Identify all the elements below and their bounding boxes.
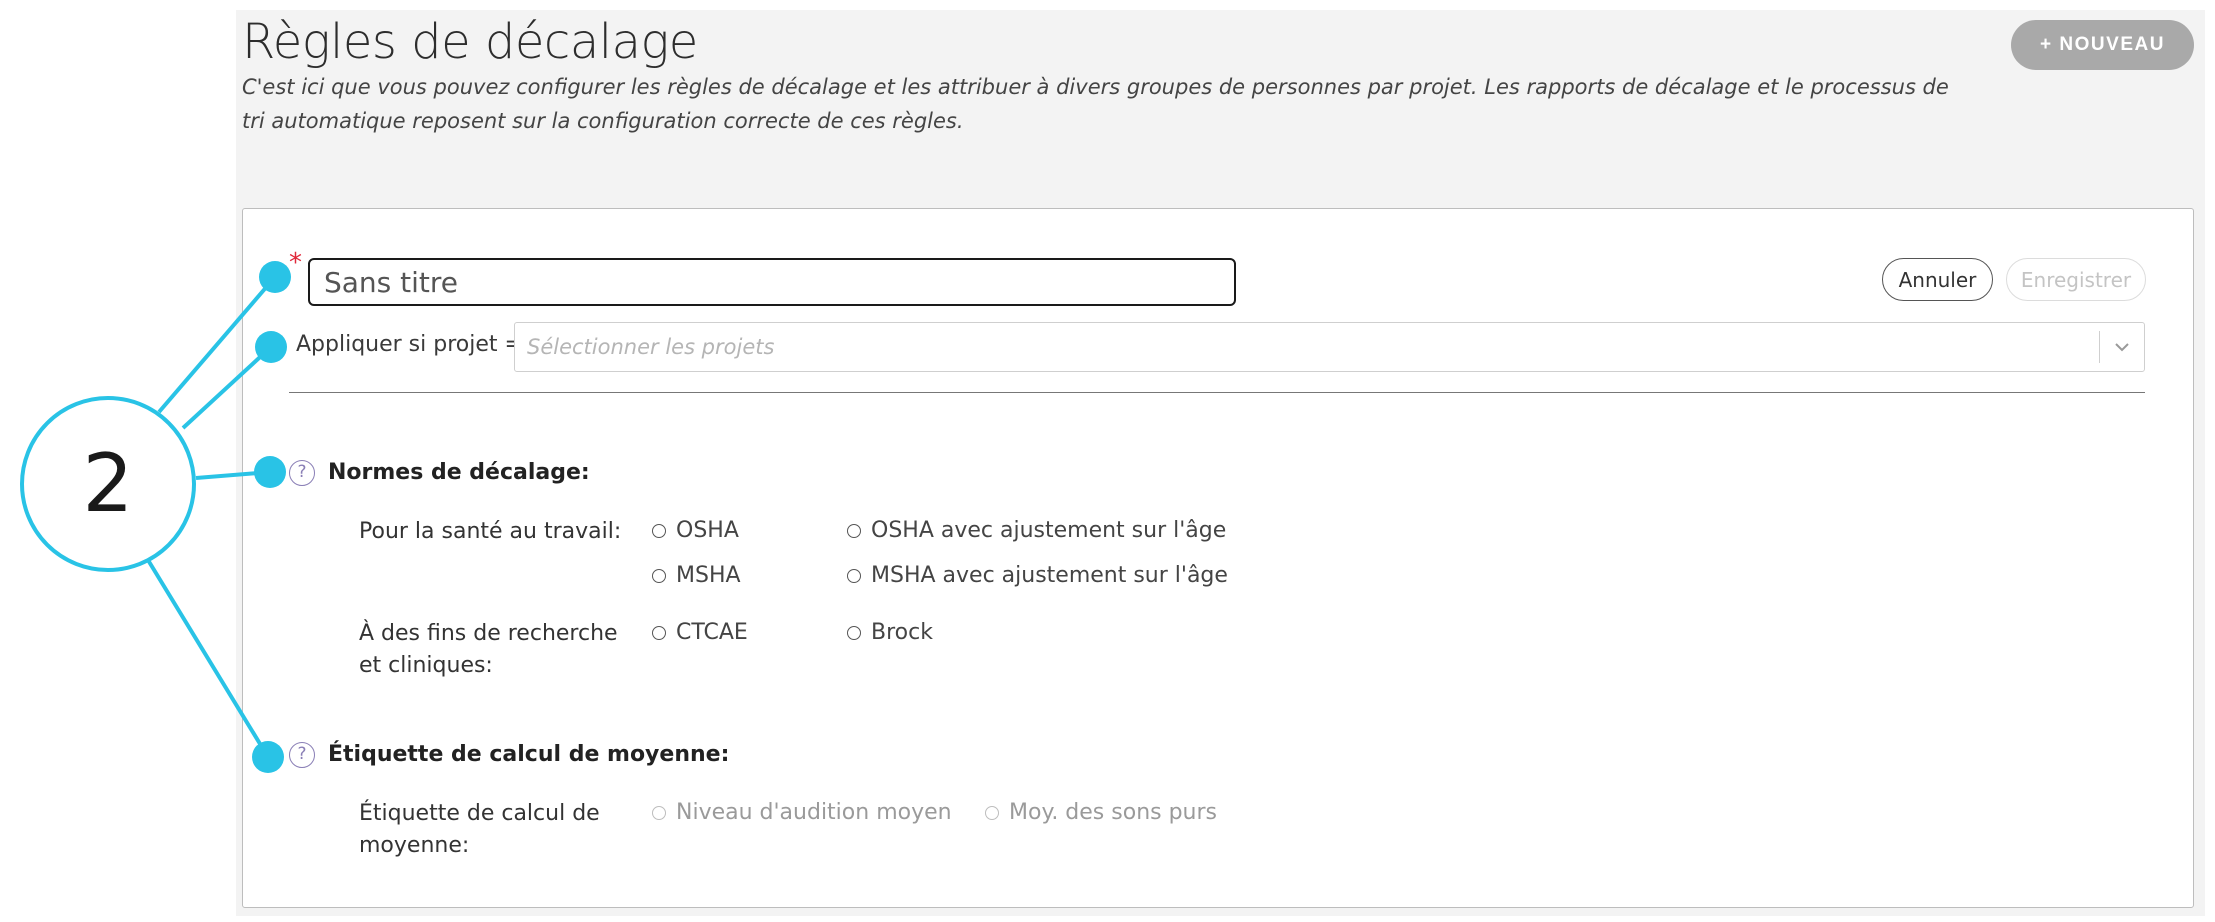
radio-msha-age-adjusted-label: MSHA avec ajustement sur l'âge [871, 563, 1228, 588]
radio-circle[interactable] [652, 523, 666, 538]
radio-osha[interactable]: OSHA [652, 518, 739, 543]
radio-osha-age-adjusted-label: OSHA avec ajustement sur l'âge [871, 518, 1227, 543]
radio-brock[interactable]: Brock [847, 620, 933, 645]
rule-title-input[interactable] [308, 258, 1236, 306]
radio-circle [985, 805, 999, 820]
project-select[interactable]: Sélectionner les projets [514, 322, 2145, 372]
new-rule-button[interactable]: + NOUVEAU [2011, 20, 2194, 70]
radio-msha[interactable]: MSHA [652, 563, 741, 588]
averaging-row-label: Étiquette de calcul de moyenne: [359, 801, 600, 858]
radio-circle[interactable] [847, 523, 861, 538]
radio-circle[interactable] [847, 568, 861, 583]
project-select-placeholder: Sélectionner les projets [527, 335, 775, 359]
averaging-heading: Étiquette de calcul de moyenne: [328, 742, 730, 767]
radio-circle[interactable] [652, 625, 666, 640]
callout-number: 2 [82, 437, 134, 530]
help-icon[interactable]: ? [289, 742, 315, 768]
radio-circle [652, 805, 666, 820]
radio-pure-tone-average-label: Moy. des sons purs [1009, 800, 1218, 825]
radio-pure-tone-average: Moy. des sons purs [985, 800, 1217, 825]
shift-norms-heading: Normes de décalage: [328, 460, 590, 485]
occupational-health-label: Pour la santé au travail: [359, 519, 622, 544]
radio-msha-age-adjusted[interactable]: MSHA avec ajustement sur l'âge [847, 563, 1228, 588]
radio-average-hearing-level: Niveau d'audition moyen [652, 800, 952, 825]
help-icon[interactable]: ? [289, 460, 315, 486]
radio-average-hearing-level-label: Niveau d'audition moyen [676, 800, 952, 825]
project-filter-label: Appliquer si projet = [296, 332, 523, 357]
radio-osha-age-adjusted[interactable]: OSHA avec ajustement sur l'âge [847, 518, 1226, 543]
radio-circle[interactable] [652, 568, 666, 583]
select-divider [2098, 331, 2100, 363]
radio-ctcae-label: CTCAE [676, 620, 748, 645]
radio-circle[interactable] [847, 625, 861, 640]
radio-osha-label: OSHA [676, 518, 739, 543]
section-divider [289, 392, 2145, 393]
required-marker: * [289, 248, 302, 278]
cancel-button[interactable]: Annuler [1882, 258, 1993, 301]
page-title: Règles de décalage [242, 14, 698, 70]
radio-msha-label: MSHA [676, 563, 741, 588]
radio-ctcae[interactable]: CTCAE [652, 620, 748, 645]
research-clinical-label: À des fins de recherche et cliniques: [359, 621, 618, 678]
page-description: C'est ici que vous pouvez configurer les… [242, 75, 1949, 133]
chevron-down-icon[interactable] [2112, 337, 2132, 357]
radio-brock-label: Brock [871, 620, 933, 645]
save-button: Enregistrer [2006, 258, 2146, 301]
